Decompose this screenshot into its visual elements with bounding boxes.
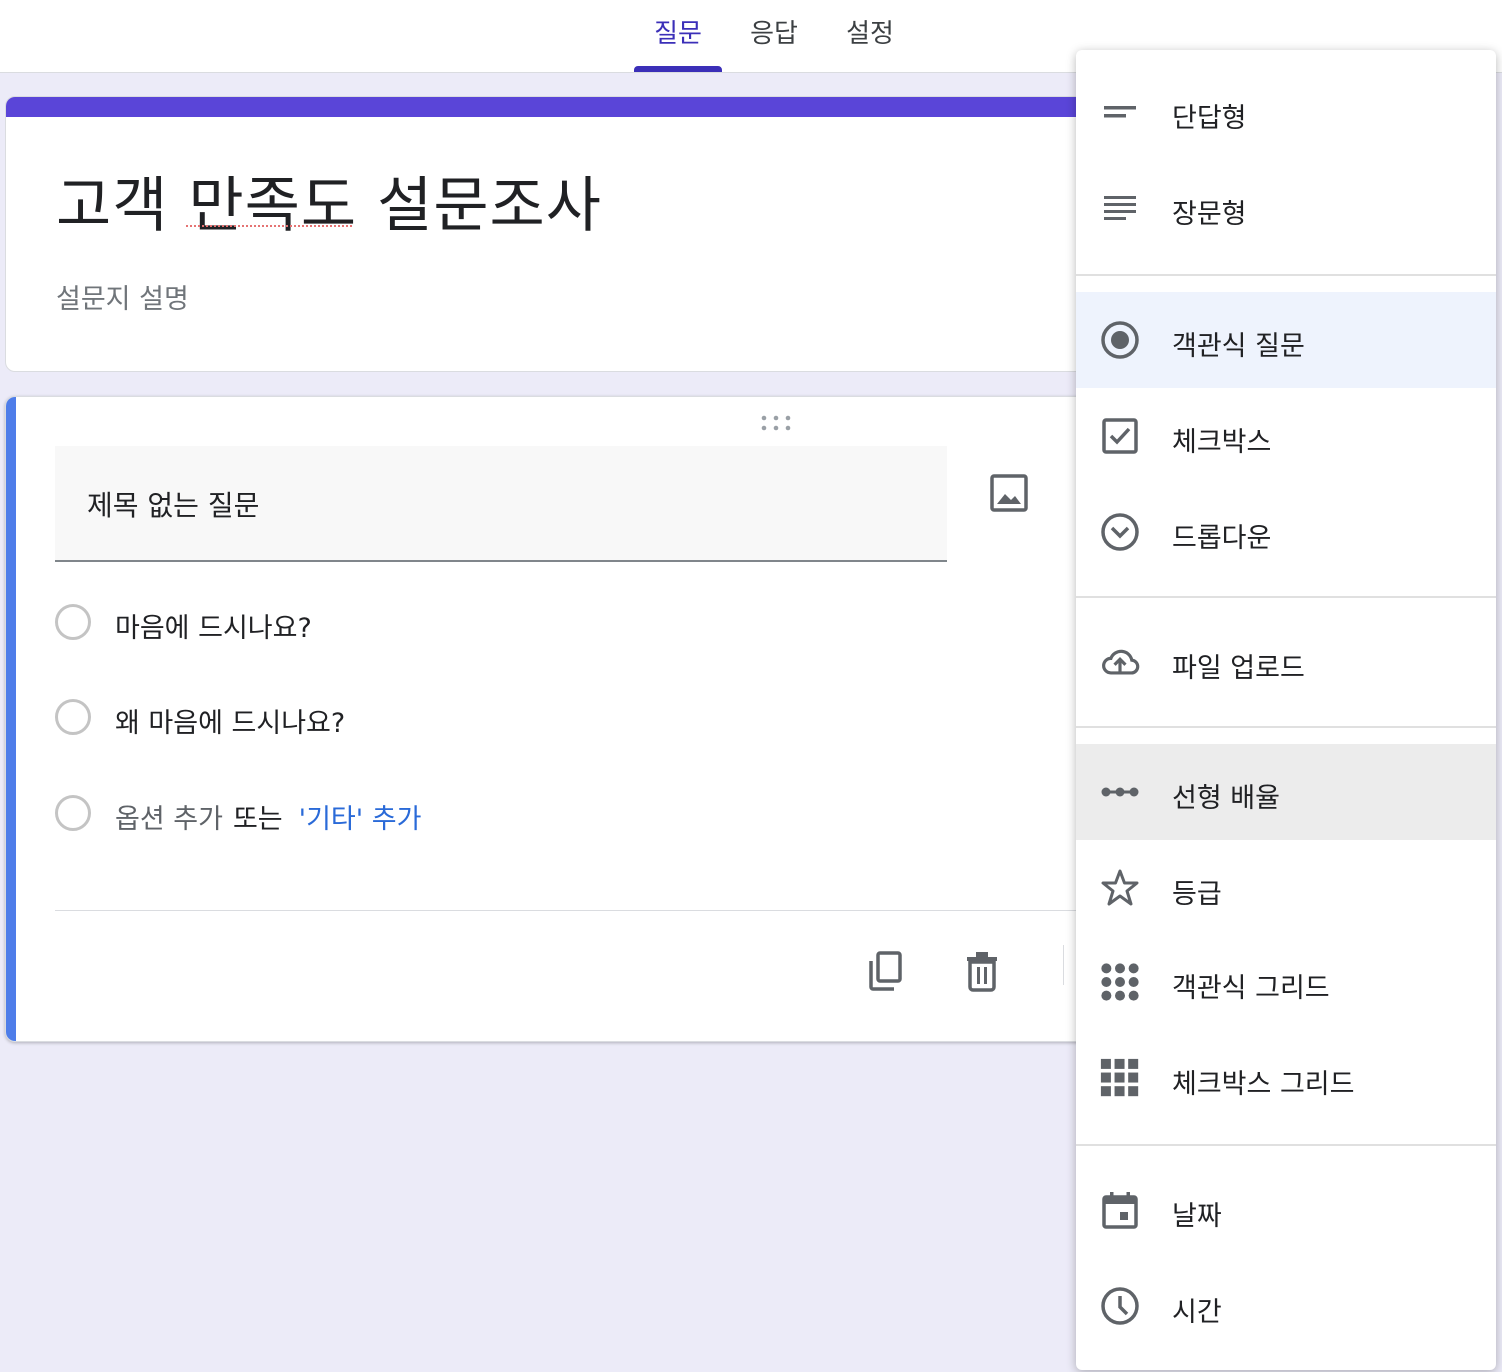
menu-item-paragraph[interactable]: 장문형: [1076, 160, 1496, 256]
copy-icon[interactable]: [866, 949, 906, 993]
calendar-icon: [1102, 1192, 1138, 1229]
drag-handle-icon[interactable]: [761, 415, 791, 431]
menu-item-label: 객관식 질문: [1172, 331, 1305, 362]
menu-item-label: 파일 업로드: [1172, 653, 1305, 684]
linear-scale-icon: [1101, 787, 1139, 797]
short-answer-icon: [1104, 106, 1136, 118]
add-image-icon[interactable]: [989, 473, 1029, 513]
menu-item-label: 시간: [1172, 1297, 1222, 1328]
menu-item-label: 드롭다운: [1172, 523, 1272, 554]
tab-responses[interactable]: 응답: [744, 14, 804, 54]
active-question-accent: [6, 397, 16, 1041]
radio-button-icon: [1101, 321, 1139, 359]
menu-item-label: 장문형: [1172, 199, 1247, 230]
menu-divider: [1076, 274, 1496, 276]
menu-item-label: 날짜: [1172, 1201, 1222, 1232]
menu-item-rating[interactable]: 등급: [1076, 840, 1496, 936]
question-card[interactable]: 제목 없는 질문 마음에 드시나요? 왜 마음에 드시나요? 옵션 추가 또는 '기…: [5, 396, 1207, 1042]
menu-item-label: 등급: [1172, 879, 1222, 910]
menu-item-short-answer[interactable]: 단답형: [1076, 64, 1496, 160]
radio-icon: [55, 699, 91, 735]
form-title-card: 고객 만족도 설문조사 설문지 설명: [5, 96, 1207, 372]
menu-item-label: 체크박스: [1172, 427, 1272, 458]
menu-item-label: 객관식 그리드: [1172, 973, 1330, 1004]
option-label[interactable]: 왜 마음에 드시나요?: [115, 701, 345, 740]
spellcheck-underline: [186, 223, 352, 227]
menu-item-checkbox[interactable]: 체크박스: [1076, 388, 1496, 484]
tab-questions[interactable]: 질문: [648, 14, 708, 54]
active-tab-indicator: [634, 66, 722, 72]
star-icon: [1101, 869, 1139, 906]
menu-item-dropdown[interactable]: 드롭다운: [1076, 484, 1496, 580]
question-footer-divider: [55, 910, 1206, 911]
menu-divider: [1076, 596, 1496, 598]
option-label[interactable]: 마음에 드시나요?: [115, 606, 312, 645]
menu-item-label: 선형 배율: [1172, 783, 1280, 814]
footer-separator: [1063, 945, 1064, 985]
menu-item-file-upload[interactable]: 파일 업로드: [1076, 614, 1496, 710]
checkbox-icon: [1102, 418, 1138, 454]
radio-icon: [55, 795, 91, 831]
menu-item-label: 체크박스 그리드: [1172, 1069, 1355, 1100]
menu-item-multiple-choice-grid[interactable]: 객관식 그리드: [1076, 934, 1496, 1030]
grid-squares-icon: [1100, 1058, 1139, 1097]
menu-divider: [1076, 726, 1496, 728]
grid-dots-icon: [1101, 963, 1139, 1001]
menu-item-multiple-choice[interactable]: 객관식 질문: [1076, 292, 1496, 388]
menu-item-checkbox-grid[interactable]: 체크박스 그리드: [1076, 1030, 1496, 1126]
question-title-field[interactable]: 제목 없는 질문: [55, 446, 947, 562]
menu-item-time[interactable]: 시간: [1076, 1258, 1496, 1354]
paragraph-icon: [1104, 196, 1136, 220]
tab-settings[interactable]: 설정: [840, 14, 900, 54]
trash-icon[interactable]: [964, 949, 1000, 993]
menu-divider: [1076, 1144, 1496, 1146]
radio-icon: [55, 604, 91, 640]
question-type-menu: 단답형 장문형 객관식 질문 체크박스 드롭다운 파일 업로드 선형 배율 등급…: [1076, 50, 1496, 1370]
add-option-link[interactable]: 옵션 추가: [115, 804, 223, 835]
clock-icon: [1101, 1287, 1139, 1325]
cloud-upload-icon: [1102, 649, 1140, 675]
or-text: 또는: [232, 804, 283, 835]
add-option-line: 옵션 추가 또는 '기타' 추가: [115, 797, 421, 836]
form-description-input[interactable]: 설문지 설명: [56, 277, 189, 316]
menu-item-label: 단답형: [1172, 103, 1247, 134]
menu-item-linear-scale[interactable]: 선형 배율: [1076, 744, 1496, 840]
question-title: 제목 없는 질문: [87, 489, 260, 522]
dropdown-icon: [1101, 513, 1139, 551]
menu-item-date[interactable]: 날짜: [1076, 1162, 1496, 1258]
form-title-input[interactable]: 고객 만족도 설문조사: [56, 157, 602, 244]
add-other-link[interactable]: '기타' 추가: [299, 804, 422, 835]
title-card-accent: [6, 97, 1206, 117]
